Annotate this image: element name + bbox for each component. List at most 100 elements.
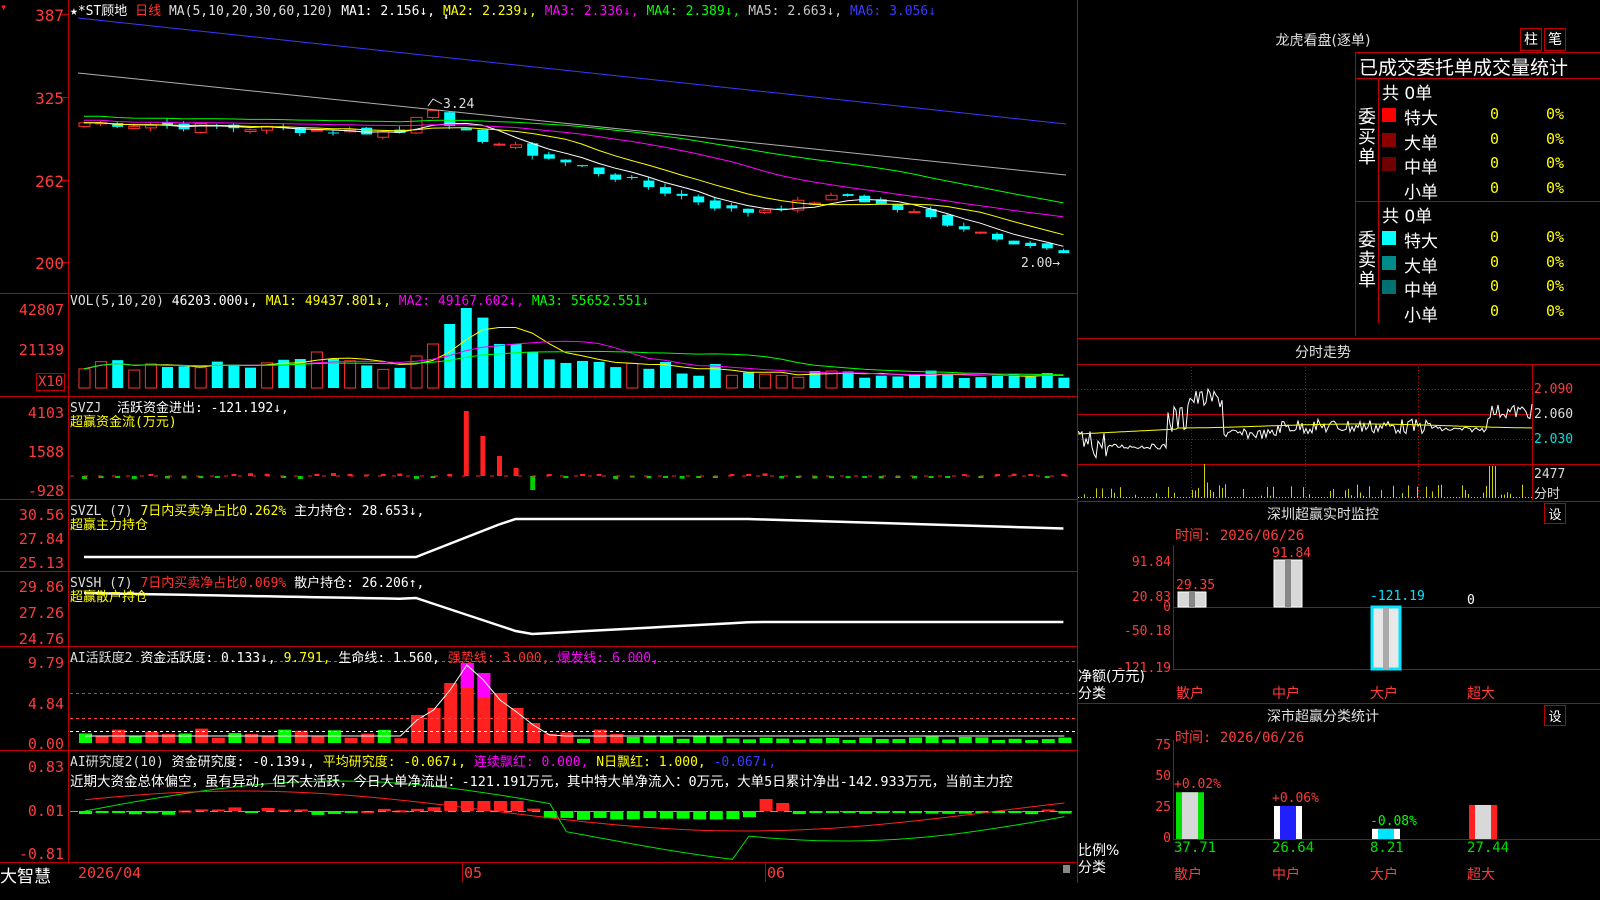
intraday-volume-bar [1165,497,1166,498]
intraday-volume-bar [1264,497,1265,498]
right-panel: 龙虎看盘(逐单) 柱 笔 已成交委托单成交量统计 委买单 委卖单 共 0单 共 … [1078,0,1600,900]
order-row: 大单 0 0% [1380,129,1600,154]
svzj-bar [331,473,336,476]
high-marker: 3.24 [443,97,475,112]
intraday-volume-bar [1240,497,1241,498]
intraday-volume-bar [1162,497,1163,498]
classify-value: 26.64 [1272,840,1315,856]
classify-bar-core [1280,805,1296,839]
ai-research-bar [643,811,657,819]
intraday-volume-bar [1276,497,1277,498]
ai-active-bar [1041,739,1055,743]
intraday-volume-bar [1426,486,1427,498]
intraday-volume-bar [1435,497,1436,498]
buy-orders-label: 委买单 [1358,107,1376,168]
vol-ma2: MA2: 49167.602↓ [398,294,517,309]
fenshi-vol-sub: 分时 [1534,487,1561,502]
intraday-chart[interactable] [1078,364,1600,500]
menu-icon[interactable]: ▾ [0,0,7,14]
ai-research-bar [427,807,441,811]
intraday-volume-bar [1135,494,1136,498]
ma-value-1: MA1: 2.156↓, [341,4,443,19]
volume-bar [543,359,555,388]
ma-value-4: MA4: 2.389↓, [646,4,749,19]
candle-body [194,122,207,133]
ai-research-bar [527,808,541,811]
svzj-bar [679,476,685,479]
ai-research-bar [560,811,574,818]
intraday-volume-bar [1390,497,1391,498]
y-label: 387 [35,6,64,25]
order-pct: 0% [1546,178,1565,197]
volume-bar [759,373,772,389]
volume-bar [725,374,738,389]
order-row: 特大 0 0% [1380,227,1600,252]
classify-y-label: 75 [1155,738,1171,753]
svsh-y-label: 24.76 [18,630,64,648]
ai-research-bars [79,780,1072,860]
candle-body [1058,250,1070,254]
intraday-volume-bar [1129,497,1130,498]
intraday-volume-bar [1432,491,1433,498]
intraday-volume-bar [1330,490,1331,498]
candle-body [493,143,506,146]
svzl-hold: 主力持仓: 28.653↓, [294,504,425,519]
intraday-average-line [1078,423,1532,435]
candle-body [759,209,772,213]
intraday-volume-bar [1297,497,1298,498]
svzj-bar [779,476,785,479]
tick-mode-button[interactable]: 笔 [1544,28,1566,51]
ai-research-t4: N日飘红: 1.000, [596,755,706,770]
volume-bar [394,367,406,388]
intraday-volume-bar [1384,497,1385,498]
candle-body [477,129,489,142]
candle-body [676,193,688,196]
fenshi-vol-label: 2477 [1534,467,1566,482]
longhu-title: 龙虎看盘(逐单) [1275,33,1371,49]
ai-active-t5: 爆发线: 6.000, [557,651,659,666]
volume-bar [1058,377,1070,388]
intraday-volume-bar [1420,497,1421,498]
ai-research-t2: 平均研究度: -0.067↓, [322,755,467,770]
order-color-swatch [1382,231,1396,245]
intraday-volume-bar [1168,486,1169,498]
svzj-bar [497,456,502,476]
svzj-bar [231,474,237,476]
bar-mode-button[interactable]: 柱 [1520,28,1542,51]
classify-change-label: +0.06% [1272,791,1319,806]
candle-body [825,194,838,201]
sell-orders-label: 委卖单 [1358,230,1376,291]
intraday-volume-bar [1255,497,1256,498]
intraday-volume-bar [1447,497,1448,498]
ai-research-bar [709,811,723,820]
candle-body [1041,243,1053,249]
intraday-volume-bar [1336,497,1337,498]
monitor-settings-button[interactable]: 设 [1544,503,1566,524]
candle-body [743,208,754,213]
intraday-volume-bar [1150,497,1151,498]
svzl-sub: 超赢主力持仓 [70,518,149,533]
period-label[interactable]: 日线 [135,4,161,19]
svzj-bar [513,468,519,476]
vol-unit-box[interactable]: X10 [36,373,66,391]
candle-body [660,187,671,194]
candle-body [361,127,373,135]
intraday-volume-bar [1339,497,1340,498]
order-count: 0 [1490,129,1500,148]
ma-label: MA(5,10,20,30,60,120) [168,4,334,19]
intraday-volume-bar [1102,488,1103,498]
volume-bar [1025,376,1037,388]
intraday-volume-bar [1309,494,1310,498]
intraday-volume-bar [1468,493,1469,498]
buy-total: 共 0单 [1382,84,1433,104]
classify-settings-button[interactable]: 设 [1544,705,1566,726]
order-stats-box: 已成交委托单成交量统计 委买单 委卖单 共 0单 共 0单 特大 0 0% 大单 0 0%… [1355,52,1600,336]
ai-active-bar [311,736,325,743]
ai-active-bar [975,737,989,743]
intraday-volume-bar [1381,490,1382,498]
candle-body [958,226,970,230]
intraday-volume-bar [1273,486,1274,498]
candle-body [1008,240,1020,245]
intraday-volume-bar [1183,497,1184,498]
brand-label[interactable]: 大智慧 [0,862,51,887]
